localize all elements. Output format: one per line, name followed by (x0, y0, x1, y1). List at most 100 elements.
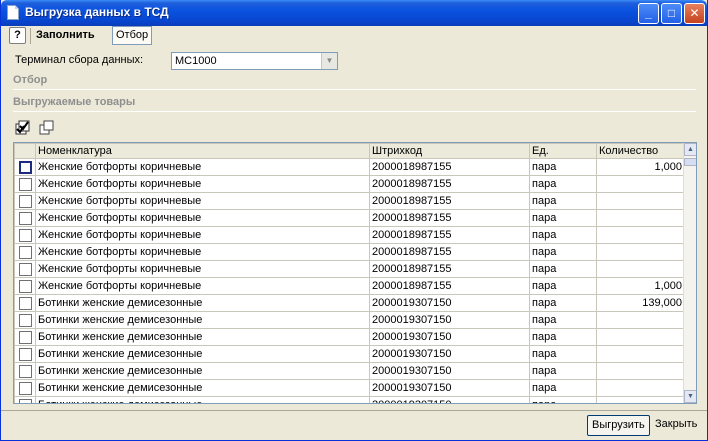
quantity-cell[interactable] (596, 226, 685, 244)
table-row[interactable]: Ботинки женские демисезонные200001930715… (14, 362, 685, 380)
column-header-quantity[interactable]: Количество (596, 143, 685, 159)
row-checkbox[interactable] (14, 311, 36, 329)
barcode-cell[interactable]: 2000019307150 (369, 328, 530, 346)
item-cell[interactable]: Женские ботфорты коричневые (35, 260, 370, 278)
column-header-check[interactable] (14, 143, 36, 159)
row-checkbox[interactable] (14, 396, 36, 403)
table-row[interactable]: Ботинки женские демисезонные200001930715… (14, 396, 685, 403)
column-header-item[interactable]: Номенклатура (35, 143, 370, 159)
row-checkbox[interactable] (14, 345, 36, 363)
barcode-cell[interactable]: 2000018987155 (369, 175, 530, 193)
unit-cell[interactable]: пара (529, 396, 597, 403)
unit-cell[interactable]: пара (529, 158, 597, 176)
table-row[interactable]: Женские ботфорты коричневые 2000018987155… (14, 277, 685, 295)
barcode-cell[interactable]: 2000018987155 (369, 260, 530, 278)
barcode-cell[interactable]: 2000018987155 (369, 277, 530, 295)
barcode-cell[interactable]: 2000019307150 (369, 396, 530, 403)
unit-cell[interactable]: пара (529, 243, 597, 261)
barcode-cell[interactable]: 2000019307150 (369, 345, 530, 363)
minimize-button[interactable]: _ (638, 3, 659, 24)
checkbox[interactable] (18, 313, 32, 327)
item-cell[interactable]: Ботинки женские демисезонные (35, 328, 370, 346)
item-cell[interactable]: Женские ботфорты коричневые (35, 226, 370, 244)
unit-cell[interactable]: пара (529, 226, 597, 244)
quantity-cell[interactable]: 1,000 (596, 158, 685, 176)
check-all-icon[interactable] (15, 120, 31, 136)
scroll-down-icon[interactable]: ▼ (684, 390, 696, 403)
row-checkbox[interactable] (14, 294, 36, 312)
unit-cell[interactable]: пара (529, 379, 597, 397)
row-checkbox[interactable] (14, 379, 36, 397)
barcode-cell[interactable]: 2000018987155 (369, 158, 530, 176)
quantity-cell[interactable] (596, 379, 685, 397)
terminal-select[interactable]: МС1000 ▼ (171, 52, 338, 70)
table-row[interactable]: Ботинки женские демисезонные200001930715… (14, 379, 685, 397)
item-cell[interactable]: Женские ботфорты коричневые (35, 158, 370, 176)
table-row[interactable]: Женские ботфорты коричневые 2000018987155… (14, 260, 685, 278)
vertical-scrollbar[interactable]: ▲ ▼ (683, 143, 696, 403)
checkbox[interactable] (18, 279, 32, 293)
item-cell[interactable]: Ботинки женские демисезонные (35, 396, 370, 403)
checkbox[interactable] (18, 228, 32, 242)
uncheck-all-icon[interactable] (39, 120, 55, 136)
row-checkbox[interactable] (14, 158, 36, 176)
row-checkbox[interactable] (14, 175, 36, 193)
row-checkbox[interactable] (14, 226, 36, 244)
column-header-unit[interactable]: Ед. (529, 143, 597, 159)
title-bar[interactable]: Выгрузка данных в ТСД _ □ ✕ (1, 0, 707, 26)
help-button[interactable]: ? (9, 27, 26, 44)
row-checkbox[interactable] (14, 243, 36, 261)
quantity-cell[interactable] (596, 311, 685, 329)
table-row[interactable]: Ботинки женские демисезонные200001930715… (14, 311, 685, 329)
unit-cell[interactable]: пара (529, 209, 597, 227)
checkbox[interactable] (18, 245, 32, 259)
barcode-cell[interactable]: 2000018987155 (369, 209, 530, 227)
item-cell[interactable]: Женские ботфорты коричневые (35, 243, 370, 261)
chevron-down-icon[interactable]: ▼ (321, 53, 337, 69)
item-cell[interactable]: Ботинки женские демисезонные (35, 311, 370, 329)
unit-cell[interactable]: пара (529, 345, 597, 363)
table-row[interactable]: Ботинки женские демисезонные200001930715… (14, 294, 685, 312)
item-cell[interactable]: Ботинки женские демисезонные (35, 345, 370, 363)
unit-cell[interactable]: пара (529, 192, 597, 210)
item-cell[interactable]: Женские ботфорты коричневые (35, 277, 370, 295)
close-window-button[interactable]: ✕ (684, 3, 705, 24)
checkbox[interactable] (18, 211, 32, 225)
quantity-cell[interactable]: 1,000 (596, 277, 685, 295)
table-row[interactable]: Женские ботфорты коричневые 2000018987155… (14, 243, 685, 261)
close-button[interactable]: Закрыть (653, 415, 699, 436)
barcode-cell[interactable]: 2000019307150 (369, 311, 530, 329)
checkbox[interactable] (18, 194, 32, 208)
checkbox[interactable] (18, 398, 32, 403)
unit-cell[interactable]: пара (529, 294, 597, 312)
column-header-barcode[interactable]: Штрихкод (369, 143, 530, 159)
unit-cell[interactable]: пара (529, 328, 597, 346)
item-cell[interactable]: Женские ботфорты коричневые (35, 192, 370, 210)
checkbox[interactable] (18, 262, 32, 276)
item-cell[interactable]: Женские ботфорты коричневые (35, 209, 370, 227)
table-row[interactable]: Женские ботфорты коричневые 2000018987155… (14, 158, 685, 176)
row-checkbox[interactable] (14, 192, 36, 210)
quantity-cell[interactable] (596, 328, 685, 346)
row-checkbox[interactable] (14, 209, 36, 227)
barcode-cell[interactable]: 2000019307150 (369, 362, 530, 380)
checkbox[interactable] (18, 177, 32, 191)
checkbox[interactable] (18, 296, 32, 310)
quantity-cell[interactable] (596, 192, 685, 210)
table-row[interactable]: Ботинки женские демисезонные200001930715… (14, 345, 685, 363)
quantity-cell[interactable] (596, 260, 685, 278)
checkbox[interactable] (18, 381, 32, 395)
unit-cell[interactable]: пара (529, 362, 597, 380)
unit-cell[interactable]: пара (529, 277, 597, 295)
row-checkbox[interactable] (14, 277, 36, 295)
barcode-cell[interactable]: 2000018987155 (369, 192, 530, 210)
barcode-cell[interactable]: 2000018987155 (369, 243, 530, 261)
quantity-cell[interactable] (596, 362, 685, 380)
quantity-cell[interactable] (596, 175, 685, 193)
checkbox[interactable] (18, 330, 32, 344)
item-cell[interactable]: Ботинки женские демисезонные (35, 362, 370, 380)
table-row[interactable]: Ботинки женские демисезонные200001930715… (14, 328, 685, 346)
upload-button[interactable]: Выгрузить (587, 415, 650, 436)
item-cell[interactable]: Женские ботфорты коричневые (35, 175, 370, 193)
row-checkbox[interactable] (14, 328, 36, 346)
